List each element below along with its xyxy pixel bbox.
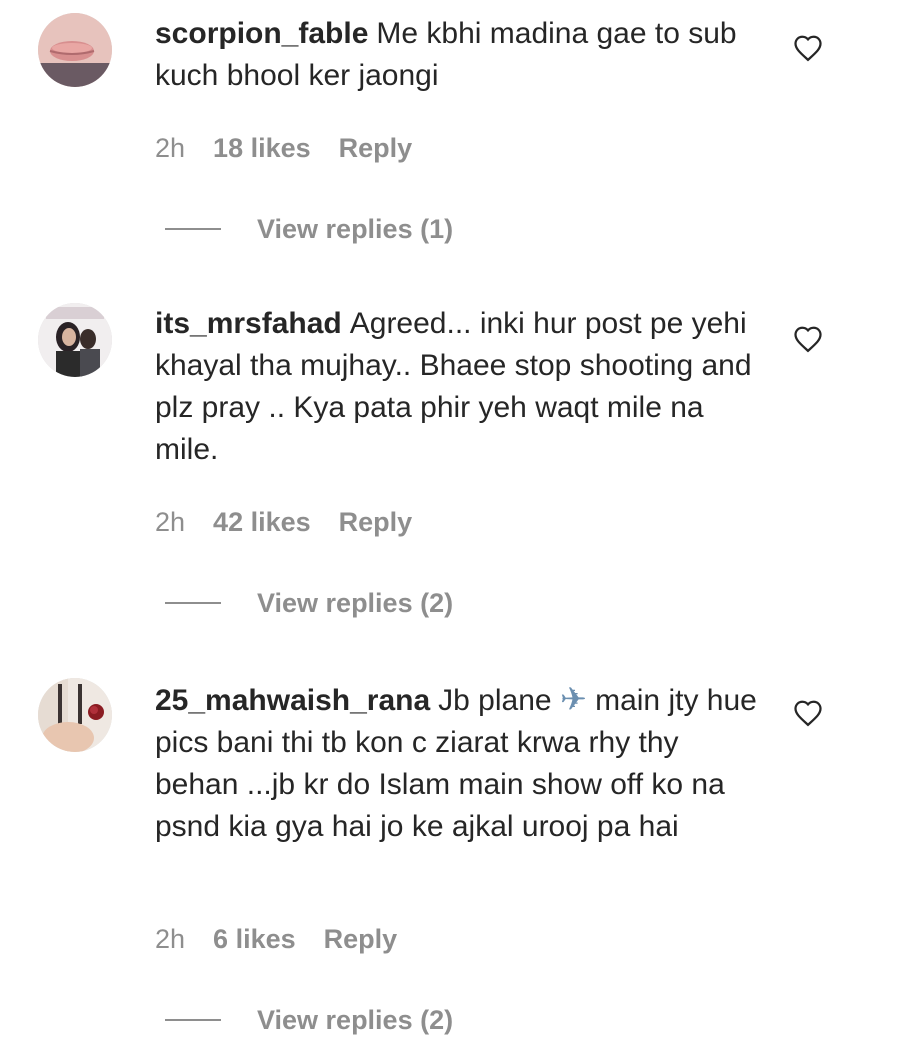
heart-outline-icon[interactable] <box>793 325 823 353</box>
heart-outline-icon[interactable] <box>793 34 823 62</box>
comment-username[interactable]: its_mrsfahad <box>155 307 342 340</box>
comment-likes[interactable]: 6 likes <box>213 924 296 954</box>
divider-line <box>165 228 221 230</box>
comment-meta: 2h 42 likes Reply <box>155 505 412 539</box>
view-replies-button[interactable]: View replies (1) <box>165 212 453 246</box>
comment-text: scorpion_fable Me kbhi madina gae to sub … <box>155 13 765 97</box>
comment-time: 2h <box>155 507 186 537</box>
comment-username[interactable]: 25_mahwaish_rana <box>155 684 430 717</box>
view-replies-label[interactable]: View replies (2) <box>257 588 453 618</box>
comment-likes[interactable]: 42 likes <box>213 507 311 537</box>
divider-line <box>165 1019 221 1021</box>
comment-username[interactable]: scorpion_fable <box>155 17 368 50</box>
avatar[interactable] <box>38 303 112 377</box>
view-replies-button[interactable]: View replies (2) <box>165 586 453 620</box>
lips-avatar-icon <box>38 13 112 87</box>
reply-button[interactable]: Reply <box>339 507 413 537</box>
comment-time: 2h <box>155 924 186 954</box>
comment-body-start: Jb plane <box>438 684 552 717</box>
comment-likes[interactable]: 18 likes <box>213 133 311 163</box>
airplane-emoji-icon: ✈ <box>559 680 587 718</box>
view-replies-button[interactable]: View replies (2) <box>165 1003 453 1037</box>
rose-photo-avatar-icon <box>38 678 112 752</box>
comment-text: its_mrsfahad Agreed... inki hur post pe y… <box>155 303 765 471</box>
couple-photo-avatar-icon <box>38 303 112 377</box>
avatar[interactable] <box>38 678 112 752</box>
view-replies-label[interactable]: View replies (1) <box>257 214 453 244</box>
comment-text: 25_mahwaish_rana Jb plane ✈ main jty hue … <box>155 678 765 848</box>
comment-meta: 2h 6 likes Reply <box>155 922 397 956</box>
reply-button[interactable]: Reply <box>339 133 413 163</box>
comment-meta: 2h 18 likes Reply <box>155 131 412 165</box>
heart-outline-icon[interactable] <box>793 699 823 727</box>
avatar[interactable] <box>38 13 112 87</box>
reply-button[interactable]: Reply <box>324 924 398 954</box>
comment-time: 2h <box>155 133 186 163</box>
view-replies-label[interactable]: View replies (2) <box>257 1005 453 1035</box>
divider-line <box>165 602 221 604</box>
